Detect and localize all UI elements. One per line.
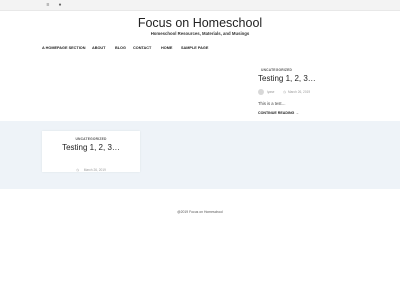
- nav-item-homepage-section[interactable]: A Homepage Section: [42, 46, 85, 50]
- post-title[interactable]: Testing 1, 2, 3…: [258, 74, 316, 83]
- post-meta: lyase ◷ March 26, 2019: [258, 89, 353, 95]
- menu-icon[interactable]: ≡: [45, 2, 51, 8]
- nav-item-about[interactable]: About: [92, 46, 106, 50]
- footer-copyright: @2019 Focus on Homeschool: [177, 210, 223, 214]
- clock-icon: ◷: [283, 89, 287, 94]
- account-icon[interactable]: ●: [57, 2, 63, 8]
- top-bar: ≡ ●: [0, 0, 400, 11]
- clock-icon: ◷: [76, 168, 80, 172]
- post-date[interactable]: March 26, 2019: [288, 90, 310, 94]
- main-navigation: A Homepage Section About Blog Contact Ho…: [0, 44, 400, 54]
- site-tagline: Homeschool Resources, Materials, and Mus…: [150, 31, 250, 36]
- card-title[interactable]: Testing 1, 2, 3…: [42, 143, 140, 152]
- continue-reading-link[interactable]: Continue Reading →: [258, 111, 299, 115]
- nav-item-contact[interactable]: Contact: [133, 46, 151, 50]
- post-excerpt: This is a test…: [258, 101, 286, 106]
- card-date[interactable]: March 26, 2019: [84, 168, 106, 172]
- post-card: Uncategorized Testing 1, 2, 3… ◷ March 2…: [42, 131, 140, 172]
- nav-item-blog[interactable]: Blog: [115, 46, 126, 50]
- post-category[interactable]: Uncategorized: [261, 68, 292, 72]
- nav-item-home[interactable]: Home: [161, 46, 172, 50]
- card-category[interactable]: Uncategorized: [42, 137, 140, 141]
- avatar: [258, 89, 264, 95]
- nav-item-sample-page[interactable]: Sample Page: [181, 46, 208, 50]
- card-meta: ◷ March 26, 2019: [42, 158, 140, 176]
- post-author[interactable]: lyase: [267, 90, 274, 94]
- site-title[interactable]: Focus on Homeschool: [0, 16, 400, 30]
